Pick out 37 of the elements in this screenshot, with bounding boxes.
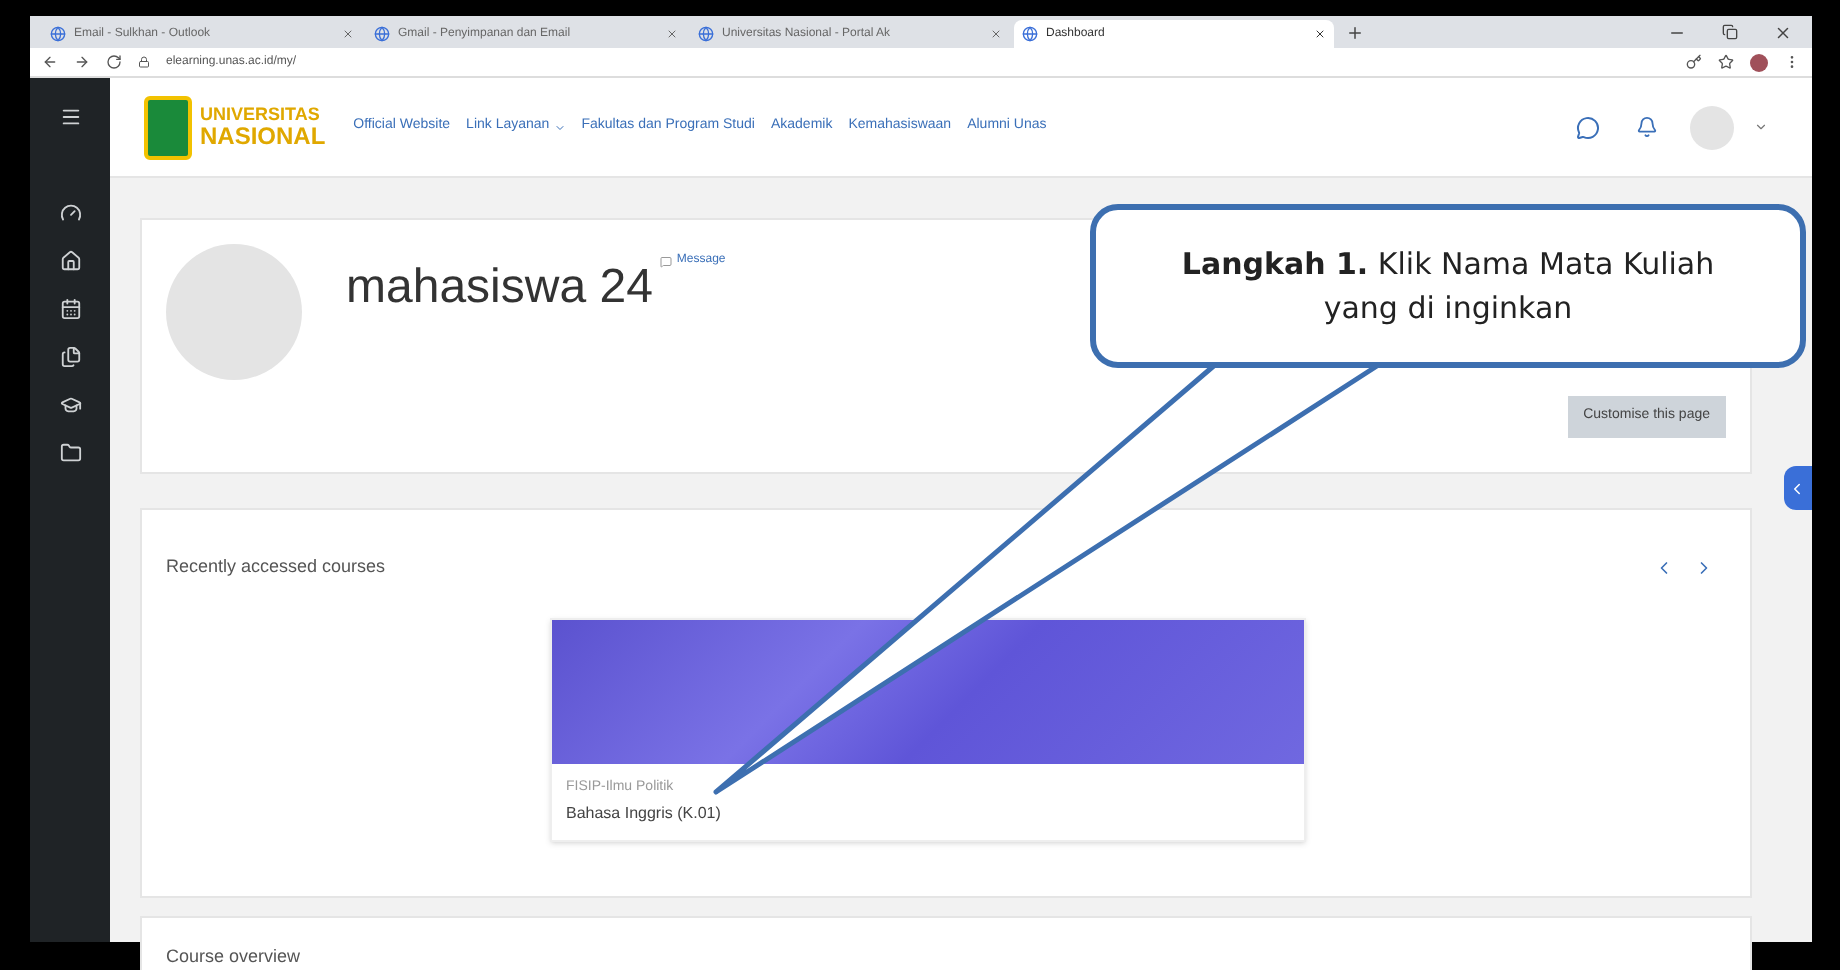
favicon-icon — [1022, 26, 1038, 42]
star-icon[interactable] — [1718, 54, 1734, 70]
home-icon[interactable] — [59, 250, 81, 272]
reload-icon[interactable] — [106, 54, 122, 70]
logo-emblem-icon — [144, 95, 192, 159]
chevron-left-icon — [1788, 479, 1806, 497]
back-icon[interactable] — [42, 54, 58, 70]
favicon-icon — [374, 26, 390, 42]
new-tab-icon[interactable] — [1346, 23, 1364, 41]
card-title: Recently accessed courses — [166, 554, 388, 580]
restore-icon[interactable] — [1722, 24, 1738, 40]
card-title: Course overview — [166, 946, 301, 966]
close-tab-icon[interactable] — [1314, 28, 1326, 40]
message-icon — [660, 255, 673, 267]
forward-icon[interactable] — [74, 54, 90, 70]
logo-text: UNIVERSITAS — [200, 106, 322, 124]
favicon-icon — [698, 26, 714, 42]
logo-text: NASIONAL — [200, 124, 326, 148]
bell-icon[interactable] — [1636, 116, 1658, 138]
caret-icon — [553, 121, 566, 133]
caret-icon[interactable] — [1754, 120, 1768, 134]
calendar-icon[interactable] — [59, 298, 81, 320]
profile-avatar-icon[interactable] — [1750, 53, 1768, 71]
graduation-cap-icon[interactable] — [59, 394, 81, 416]
drawer-toggle[interactable] — [1783, 466, 1811, 510]
files-icon[interactable] — [59, 346, 81, 368]
callout-text: Langkah 1. Klik Nama Mata Kuliah yang di inginkan — [1179, 243, 1717, 330]
key-icon[interactable] — [1686, 54, 1702, 70]
chat-icon[interactable] — [1576, 115, 1600, 139]
favicon-icon — [50, 26, 66, 42]
course-name[interactable]: Bahasa Inggris (K.01) — [566, 802, 1290, 826]
dashboard-icon[interactable] — [59, 202, 81, 224]
close-icon[interactable] — [1774, 23, 1792, 41]
user-name: mahasiswa 24 — [346, 258, 653, 318]
menu-icon[interactable] — [59, 106, 81, 128]
lock-icon — [138, 56, 150, 68]
folder-icon[interactable] — [59, 442, 81, 464]
